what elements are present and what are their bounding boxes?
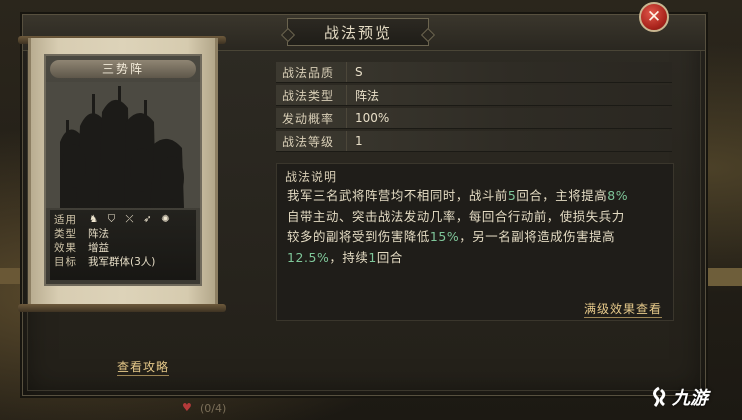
- field-key: 发动概率: [282, 111, 335, 126]
- field-key: 战法等级: [282, 134, 335, 149]
- siege-icon: ✺: [161, 213, 170, 225]
- info-value: 我军群体(3人): [88, 255, 156, 268]
- description-title: 战法说明: [285, 170, 338, 184]
- info-key: 目标: [54, 255, 77, 268]
- description-highlight: 15%: [429, 229, 460, 244]
- cavalry-icon: ♞: [89, 213, 98, 225]
- watermark-text: 九游: [672, 388, 708, 409]
- info-row-applicable: 适用 ♞ ⛉ ⤫ ➶ ✺: [54, 212, 192, 226]
- description-line: 自带主动、突击战法发动几率，每回合行动前，使损失兵力: [287, 208, 625, 224]
- watermark: 九游: [648, 384, 708, 410]
- description-segment: ，另一名副将造成伤害提高: [459, 229, 616, 244]
- field-row-quality: 战法品质 S: [276, 62, 672, 83]
- field-row-probability: 发动概率 100%: [276, 108, 672, 129]
- tactic-fields: 战法品质 S 战法类型 阵法 发动概率 100% 战法等级 1: [276, 62, 672, 154]
- field-value: 100%: [346, 108, 389, 128]
- description-highlight: 1: [368, 249, 377, 265]
- field-key: 战法品质: [282, 65, 335, 80]
- heart-icon: ♥: [182, 401, 192, 414]
- dialog-title-plate: 战法预览: [287, 18, 429, 46]
- field-key: 战法类型: [282, 88, 335, 103]
- description-highlight: 8%: [607, 188, 629, 203]
- info-key: 效果: [54, 241, 77, 254]
- description-line: 12.5%，持续1回合: [287, 248, 667, 269]
- close-button[interactable]: ✕: [639, 2, 669, 32]
- scroll-rod-bottom: [18, 304, 226, 312]
- info-row-target: 目标 我军群体(3人): [54, 254, 192, 268]
- info-key: 适用: [54, 213, 77, 226]
- dialog-title: 战法预览: [323, 23, 392, 42]
- description-segment: 较多的副将受到伤害降低: [287, 229, 430, 244]
- info-key: 类型: [54, 227, 77, 240]
- spear-icon: ➶: [143, 213, 152, 225]
- tactic-card-name: 三势阵: [50, 60, 196, 78]
- watermark-logo-icon: [653, 386, 666, 407]
- field-value: 1: [346, 131, 363, 151]
- description-segment: 回合，主将提高: [516, 188, 608, 203]
- background-banner-right: [700, 268, 742, 286]
- troop-type-icons: ♞ ⛉ ⤫ ➶ ✺: [88, 214, 171, 225]
- description-segment: ，持续: [329, 249, 369, 265]
- info-row-type: 类型 阵法: [54, 226, 192, 240]
- full-effect-link[interactable]: 满级效果查看: [584, 300, 663, 318]
- tactic-description-box: 战法说明 我军三名武将阵营均不相同时，战斗前5回合，主将提高8% 自带主动、突击…: [276, 163, 674, 321]
- field-value: S: [346, 62, 363, 82]
- field-row-type: 战法类型 阵法: [276, 85, 672, 106]
- bow-icon: ⤫: [125, 213, 134, 225]
- shield-icon: ⛉: [107, 213, 116, 225]
- field-value: 阵法: [346, 85, 379, 105]
- info-value: 增益: [88, 241, 109, 254]
- field-row-level: 战法等级 1: [276, 131, 672, 152]
- info-row-effect: 效果 增益: [54, 240, 192, 254]
- description-line: 我军三名武将阵营均不相同时，战斗前5回合，主将提高8%: [287, 186, 667, 207]
- description-segment: 回合: [376, 249, 403, 265]
- info-value: 阵法: [88, 227, 109, 240]
- description-segment: 我军三名武将阵营均不相同时，战斗前: [287, 188, 508, 203]
- description-line: 较多的副将受到伤害降低15%，另一名副将造成伤害提高: [287, 227, 667, 248]
- view-guide-link[interactable]: 查看攻略: [117, 358, 170, 376]
- description-highlight: 12.5%: [287, 249, 330, 265]
- background-counter: (0/4): [200, 402, 227, 415]
- soldiers-silhouette-art: [46, 82, 200, 208]
- description-text: 我军三名武将阵营均不相同时，战斗前5回合，主将提高8% 自带主动、突击战法发动几…: [287, 186, 667, 268]
- tactic-card-info: 适用 ♞ ⛉ ⤫ ➶ ✺ 类型 阵法 效果 增益 目标 我军群体(3人): [50, 210, 196, 280]
- tactic-card: 三势阵 适用 ♞ ⛉ ⤫ ➶ ✺ 类型 阵法 效果 增益 目标 我军群体(3人): [44, 54, 202, 286]
